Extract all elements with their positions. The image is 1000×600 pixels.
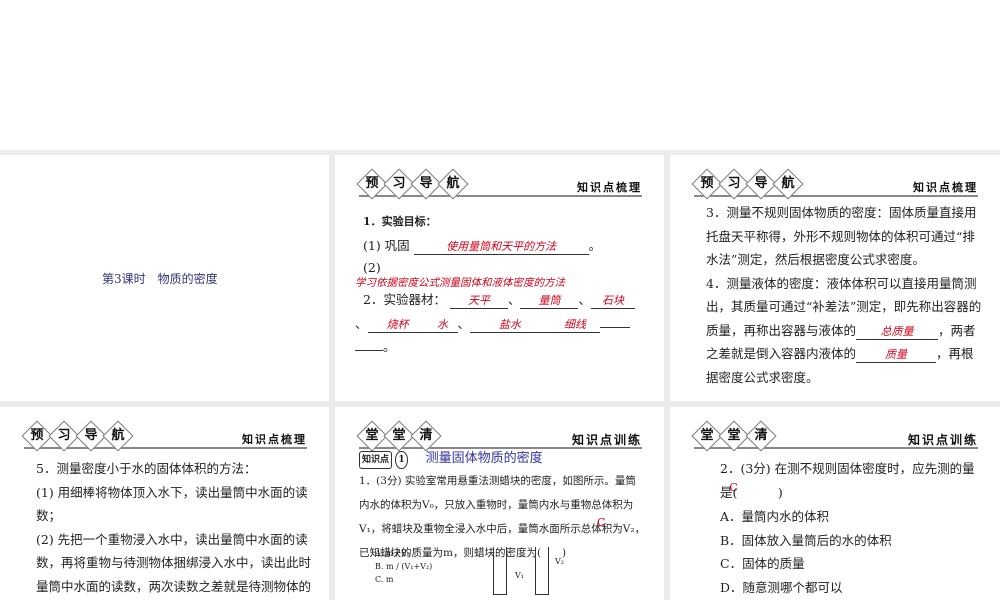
badge-char: 清 [754, 428, 768, 443]
slide-1[interactable]: 第3课时 物质的密度 [0, 155, 329, 401]
option-a[interactable]: A．量筒内水的体积 [708, 505, 982, 529]
slide-5[interactable]: 堂堂清 知识点训练 知识点 1 测量固体物质的密度 1．(3分) 实验室常用悬重法… [335, 407, 664, 600]
cylinder-1 [493, 547, 507, 595]
option-b[interactable]: B．固体放入量筒后的水的体积 [708, 529, 982, 553]
badge-char: 导 [84, 428, 98, 443]
slide-header: 预习导航 知识点梳理 [21, 420, 307, 452]
label-v1: V₁ [515, 571, 524, 580]
figure: A. m / V₀ B. m / (V₁+V₂) C. m V₁ V₂ [375, 547, 564, 595]
badge-char: 堂 [727, 428, 741, 443]
badge-char: 习 [727, 176, 741, 191]
slide-header: 预习导航 知识点梳理 [691, 168, 978, 200]
preview-badge: 预习导航 [356, 168, 469, 200]
slide-4[interactable]: 预习导航 知识点梳理 5．测量密度小于水的固体体积的方法： (1) 用细棒将物体… [0, 407, 329, 600]
header-label: 知识点梳理 [242, 433, 307, 446]
slide-body: 1．实验目标： (1) 巩固 使用量筒和天平的方法。 (2) 学习依据密度公式测量… [355, 210, 646, 359]
cylinder-2 [535, 547, 549, 595]
slide-6[interactable]: 堂堂清 知识点训练 2．(3分) 在测不规则固体密度时，应先测的量是(C) A．… [670, 407, 1000, 600]
question-2: 2．(3分) 在测不规则固体密度时，应先测的量是(C) [720, 461, 975, 500]
badge-char: 航 [446, 176, 460, 191]
badge-char: 堂 [392, 428, 406, 443]
option-b: B. m / (V₁+V₂) [375, 562, 433, 571]
badge-char: 习 [392, 176, 406, 191]
option-c: C. m [375, 575, 394, 584]
class-badge: 堂堂清 [691, 420, 777, 452]
badge-char: 预 [700, 176, 714, 191]
option-c[interactable]: C．固体的质量 [708, 552, 982, 576]
header-label: 知识点梳理 [577, 181, 642, 194]
materials-cont: 、烧杯水、盐水 细线 [355, 312, 646, 336]
slide-body: 5．测量密度小于水的固体体积的方法： (1) 用细棒将物体顶入水下，读出量筒中水… [24, 457, 311, 598]
header-label: 知识点训练 [571, 433, 642, 447]
option-a: A. m / V₀ [375, 549, 411, 558]
goal-2: (2) 学习依据密度公式测量固体和液体密度的方法 [355, 260, 565, 290]
materials-end: 。 [355, 335, 646, 359]
option-d[interactable]: D．随意测哪个都可以 [708, 576, 982, 600]
answer-blank: 使用量筒和天平的方法 [413, 240, 589, 255]
goal-1: (1) 巩固 使用量筒和天平的方法。 [363, 237, 602, 255]
lesson-title: 第3课时 物质的密度 [102, 272, 218, 286]
badge-char: 预 [30, 428, 44, 443]
slide-body: 2．(3分) 在测不规则固体密度时，应先测的量是(C) A．量筒内水的体积 B．… [708, 457, 982, 599]
slide-header: 堂堂清 知识点训练 [356, 420, 642, 452]
item-heading: 1．实验目标： [363, 215, 437, 228]
header-label: 知识点梳理 [913, 181, 978, 194]
slide-3[interactable]: 预习导航 知识点梳理 3．测量不规则固体物质的密度：固体质量直接用托盘天平称得，… [670, 155, 1000, 401]
paragraph-5: 5．测量密度小于水的固体体积的方法： [36, 461, 257, 476]
preview-badge: 预习导航 [691, 168, 804, 200]
badge-char: 清 [419, 428, 433, 443]
badge-char: 导 [419, 176, 433, 191]
paragraph-4: 4．测量液体的密度：液体体积可以直接用量筒测出，其质量可通过“补差法”测定，即先… [706, 275, 982, 385]
label-v2: V₂ [555, 557, 564, 566]
slide-2[interactable]: 预习导航 知识点梳理 1．实验目标： (1) 巩固 使用量筒和天平的方法。 (2… [335, 155, 664, 401]
slide-header: 预习导航 知识点梳理 [356, 168, 642, 200]
badge-char: 预 [365, 176, 379, 191]
header-label: 知识点训练 [907, 433, 978, 447]
paragraph-5-2: (2) 先把一个重物浸入水中，读出量筒中水面的读数，再将重物与待测物体捆绑浸入水… [36, 531, 312, 594]
paragraph-5-1: (1) 用细棒将物体顶入水下，读出量筒中水面的读数； [36, 484, 308, 524]
paragraph-3: 3．测量不规则固体物质的密度：固体质量直接用托盘天平称得，外形不规则物体的体积可… [706, 205, 977, 267]
badge-char: 堂 [700, 428, 714, 443]
badge-char: 航 [111, 428, 125, 443]
answer-mark: C [597, 516, 606, 529]
badge-char: 航 [781, 176, 795, 191]
slide-header: 堂堂清 知识点训练 [691, 420, 978, 452]
badge-char: 堂 [365, 428, 379, 443]
preview-badge: 预习导航 [21, 420, 134, 452]
class-badge: 堂堂清 [356, 420, 442, 452]
materials: 2．实验器材： 天平、量筒、石块 [363, 288, 646, 312]
badge-char: 导 [754, 176, 768, 191]
slide-body: 3．测量不规则固体物质的密度：固体质量直接用托盘天平称得，外形不规则物体的体积可… [694, 201, 982, 389]
answer-mark: C [729, 480, 738, 494]
badge-char: 习 [57, 428, 71, 443]
knowledge-point: 知识点 1 测量固体物质的密度 [359, 451, 646, 469]
